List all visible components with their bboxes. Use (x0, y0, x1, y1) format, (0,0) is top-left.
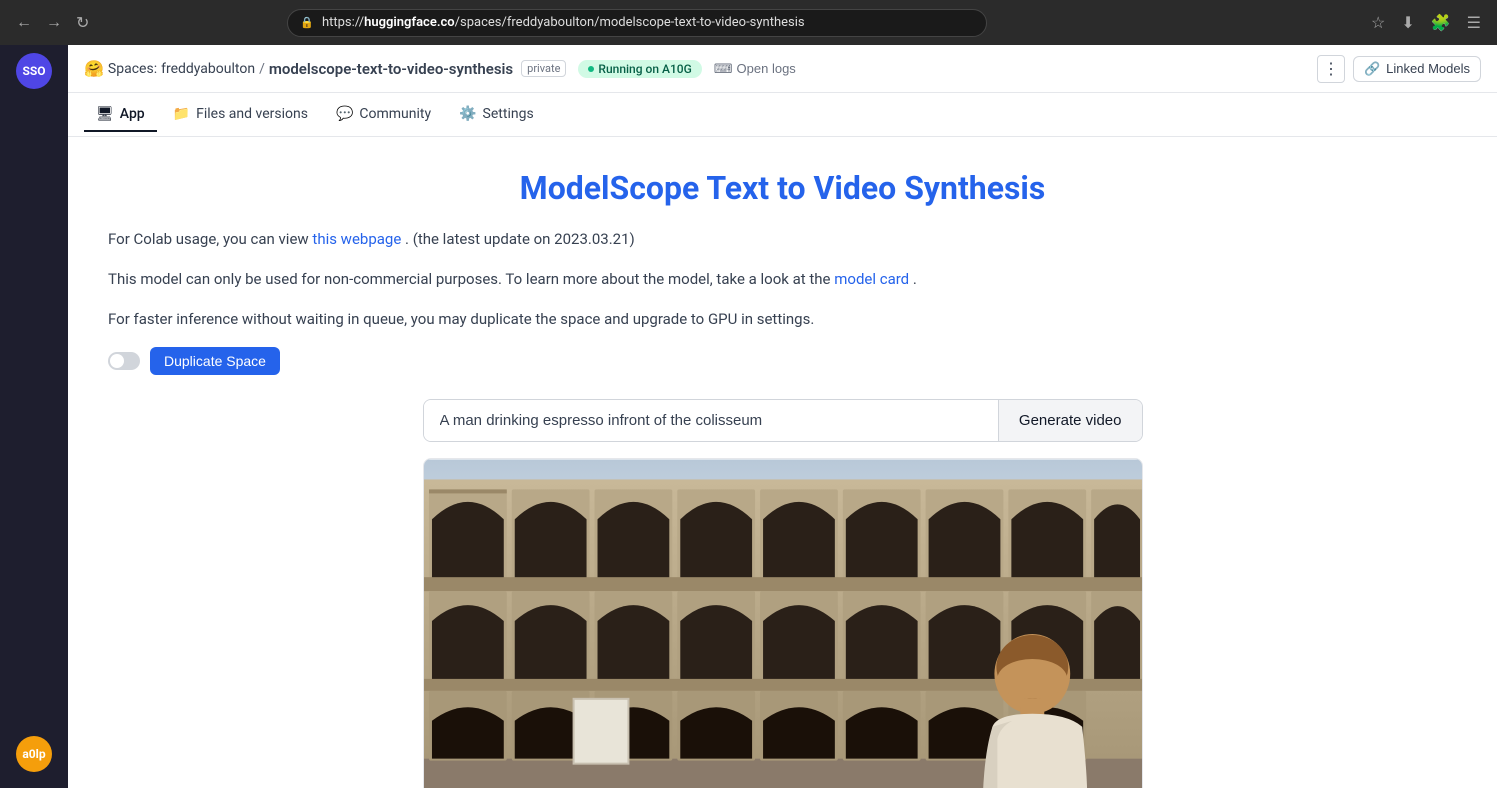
terminal-icon: ⌨ (714, 61, 733, 77)
app-title[interactable]: ModelScope Text to Video Synthesis (108, 169, 1457, 207)
tab-community[interactable]: 💬 Community (324, 98, 443, 132)
running-label: Running on A10G (598, 62, 691, 76)
model-text: This model can only be used for non-comm… (108, 267, 1457, 291)
colab-info: For Colab usage, you can view this webpa… (108, 227, 1457, 251)
running-dot (588, 66, 594, 72)
forward-button[interactable]: → (42, 10, 66, 36)
colab-text: For Colab usage, you can view this webpa… (108, 227, 1457, 251)
user-avatar[interactable]: a0lp (16, 736, 52, 772)
right-actions: ⋮ 🔗 Linked Models (1317, 55, 1481, 83)
video-display (424, 459, 1142, 788)
bookmark-button[interactable]: ☆ (1367, 9, 1389, 37)
input-row: Generate video (423, 399, 1143, 442)
generate-button[interactable]: Generate video (998, 400, 1142, 441)
community-icon: 💬 (336, 106, 353, 122)
url-text: https://huggingface.co/spaces/freddyabou… (322, 15, 805, 30)
running-badge: Running on A10G (578, 60, 701, 78)
tab-settings-label: Settings (483, 106, 534, 122)
duplicate-space-button[interactable]: Duplicate Space (150, 347, 280, 375)
private-badge: private (521, 60, 566, 77)
tab-files-label: Files and versions (196, 106, 308, 122)
user-link[interactable]: freddyaboulton (161, 61, 255, 77)
topnav: 🤗 Spaces: freddyaboulton / modelscope-te… (68, 45, 1497, 93)
reload-button[interactable]: ↻ (72, 9, 93, 37)
extensions-button[interactable]: 🧩 (1427, 9, 1455, 37)
inference-info: For faster inference without waiting in … (108, 307, 1457, 331)
sso-avatar[interactable]: SSO (16, 53, 52, 89)
back-button[interactable]: ← (12, 10, 36, 36)
lock-icon: 🔒 (300, 16, 314, 29)
video-container: ⬇ (423, 458, 1143, 788)
browser-chrome: ← → ↻ 🔒 https://huggingface.co/spaces/fr… (0, 0, 1497, 45)
tab-app[interactable]: 🖥 App (84, 98, 157, 132)
tab-settings[interactable]: ⚙️ Settings (447, 98, 546, 132)
tab-app-label: App (120, 106, 145, 122)
settings-icon: ⚙️ (459, 106, 476, 122)
files-icon: 📁 (173, 106, 190, 122)
breadcrumb-separator: / (259, 61, 265, 77)
spaces-label: Spaces: (108, 61, 157, 77)
hf-logo-icon: 🤗 (84, 59, 104, 78)
colab-link[interactable]: this webpage (312, 230, 401, 248)
tabnav: 🖥 App 📁 Files and versions 💬 Community ⚙… (68, 93, 1497, 137)
user-initials: a0lp (22, 747, 45, 761)
inference-text: For faster inference without waiting in … (108, 307, 1457, 331)
model-card-link[interactable]: model card (834, 270, 909, 288)
main-content: 🤗 Spaces: freddyaboulton / modelscope-te… (68, 45, 1497, 788)
breadcrumb: 🤗 Spaces: freddyaboulton / modelscope-te… (84, 59, 796, 78)
duplicate-row: Duplicate Space (108, 347, 1457, 375)
link-icon: 🔗 (1364, 61, 1380, 77)
browser-actions: ☆ ⬇ 🧩 ☰ (1367, 9, 1485, 37)
repo-link[interactable]: modelscope-text-to-video-synthesis (269, 60, 513, 78)
duplicate-toggle[interactable] (108, 352, 140, 370)
open-logs-button[interactable]: ⌨ Open logs (714, 61, 796, 77)
save-button[interactable]: ⬇ (1397, 9, 1418, 37)
menu-button[interactable]: ☰ (1463, 9, 1485, 37)
page-content: ModelScope Text to Video Synthesis For C… (68, 137, 1497, 788)
address-bar[interactable]: 🔒 https://huggingface.co/spaces/freddyab… (287, 9, 987, 37)
more-options-button[interactable]: ⋮ (1317, 55, 1345, 83)
sso-label: SSO (22, 64, 45, 78)
tab-community-label: Community (359, 106, 431, 122)
app-icon: 🖥 (96, 106, 114, 122)
linked-models-button[interactable]: 🔗 Linked Models (1353, 56, 1481, 82)
colosseum-image (424, 459, 1142, 788)
nav-buttons: ← → ↻ (12, 9, 93, 37)
prompt-input[interactable] (424, 400, 998, 441)
model-info: This model can only be used for non-comm… (108, 267, 1457, 291)
tab-files[interactable]: 📁 Files and versions (161, 98, 320, 132)
sso-sidebar: SSO a0lp (0, 45, 68, 788)
